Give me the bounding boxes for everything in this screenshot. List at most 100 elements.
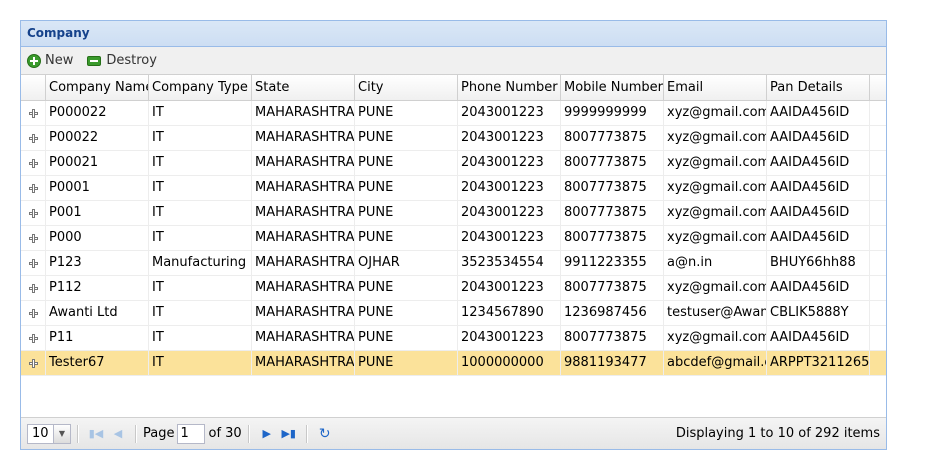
- panel-title: Company: [21, 21, 886, 47]
- new-button[interactable]: New: [27, 53, 73, 68]
- table-cell: AAIDA456ID: [767, 101, 870, 125]
- page-size-select[interactable]: 10 ▼: [27, 423, 71, 444]
- separator: [135, 424, 137, 443]
- plus-expander-icon[interactable]: [28, 183, 38, 193]
- table-cell: xyz@gmail.com: [664, 276, 767, 300]
- table-cell: xyz@gmail.com: [664, 226, 767, 250]
- plus-expander-icon[interactable]: [28, 333, 38, 343]
- table-cell: AAIDA456ID: [767, 226, 870, 250]
- first-page-icon[interactable]: ▮◀: [87, 425, 105, 443]
- row-expander[interactable]: [21, 126, 46, 150]
- table-cell: PUNE: [355, 151, 458, 175]
- plus-expander-icon[interactable]: [28, 133, 38, 143]
- table-cell: AAIDA456ID: [767, 201, 870, 225]
- plus-expander-icon[interactable]: [28, 158, 38, 168]
- table-cell: P112: [46, 276, 149, 300]
- table-cell: MAHARASHTRA: [252, 176, 355, 200]
- table-cell: 8007773875: [561, 126, 664, 150]
- table-cell: 8007773875: [561, 201, 664, 225]
- table-cell: xyz@gmail.com: [664, 176, 767, 200]
- plus-expander-icon[interactable]: [28, 358, 38, 368]
- column-header[interactable]: Email: [664, 75, 767, 100]
- table-cell: AAIDA456ID: [767, 151, 870, 175]
- table-cell: P00021: [46, 151, 149, 175]
- table-cell: xyz@gmail.com: [664, 101, 767, 125]
- plus-expander-icon[interactable]: [28, 308, 38, 318]
- table-row[interactable]: Awanti Ltd IT MAHARASHTRA PUNE 1234567890 123…: [21, 301, 886, 326]
- table-cell: PUNE: [355, 226, 458, 250]
- table-row[interactable]: P00021 IT MAHARASHTRA PUNE 2043001223 8007773…: [21, 151, 886, 176]
- column-header[interactable]: Mobile Number: [561, 75, 664, 100]
- table-row[interactable]: P112 IT MAHARASHTRA PUNE 2043001223 800777387…: [21, 276, 886, 301]
- table-cell: 2043001223: [458, 151, 561, 175]
- row-expander[interactable]: [21, 351, 46, 375]
- column-header[interactable]: Company Type: [149, 75, 252, 100]
- grid-header: Company Name Company Type State City Phone N…: [21, 75, 886, 101]
- table-row[interactable]: P00022 IT MAHARASHTRA PUNE 2043001223 8007773…: [21, 126, 886, 151]
- page-label: Page: [143, 426, 175, 441]
- table-cell: AAIDA456ID: [767, 126, 870, 150]
- row-expander[interactable]: [21, 101, 46, 125]
- grid-body: P000022 IT MAHARASHTRA PUNE 2043001223 999999…: [21, 101, 886, 376]
- plus-expander-icon[interactable]: [28, 208, 38, 218]
- row-expander[interactable]: [21, 176, 46, 200]
- table-cell: 8007773875: [561, 151, 664, 175]
- table-row[interactable]: P000 IT MAHARASHTRA PUNE 2043001223 800777387…: [21, 226, 886, 251]
- prev-page-icon[interactable]: ◀: [109, 425, 127, 443]
- table-row[interactable]: P123 Manufacturing MAHARASHTRA OJHAR 3523534…: [21, 251, 886, 276]
- scrollbar-header-spacer: [870, 75, 886, 100]
- table-cell: BHUY66hh88: [767, 251, 870, 275]
- row-expander[interactable]: [21, 276, 46, 300]
- plus-expander-icon[interactable]: [28, 108, 38, 118]
- table-cell: xyz@gmail.com: [664, 126, 767, 150]
- table-cell: 3523534554: [458, 251, 561, 275]
- table-row[interactable]: P001 IT MAHARASHTRA PUNE 2043001223 800777387…: [21, 201, 886, 226]
- plus-expander-icon[interactable]: [28, 283, 38, 293]
- table-cell: P001: [46, 201, 149, 225]
- table-cell: 2043001223: [458, 276, 561, 300]
- toolbar: New Destroy: [21, 47, 886, 75]
- row-expander[interactable]: [21, 301, 46, 325]
- table-cell: 8007773875: [561, 276, 664, 300]
- table-row[interactable]: Tester67 IT MAHARASHTRA PUNE 1000000000 98811…: [21, 351, 886, 376]
- table-cell: 9999999999: [561, 101, 664, 125]
- separator: [77, 424, 79, 443]
- last-page-icon[interactable]: ▶▮: [280, 425, 298, 443]
- chevron-down-icon[interactable]: ▼: [53, 424, 70, 443]
- destroy-button[interactable]: Destroy: [87, 53, 157, 68]
- display-summary: Displaying 1 to 10 of 292 items: [675, 426, 880, 441]
- column-header[interactable]: Pan Details: [767, 75, 870, 100]
- table-cell: 2043001223: [458, 126, 561, 150]
- next-page-icon[interactable]: ▶: [258, 425, 276, 443]
- page-size-value: 10: [32, 426, 49, 441]
- row-expander[interactable]: [21, 151, 46, 175]
- row-expander[interactable]: [21, 226, 46, 250]
- column-header[interactable]: State: [252, 75, 355, 100]
- column-header[interactable]: City: [355, 75, 458, 100]
- table-row[interactable]: P0001 IT MAHARASHTRA PUNE 2043001223 80077738…: [21, 176, 886, 201]
- plus-expander-icon[interactable]: [28, 258, 38, 268]
- new-button-label: New: [45, 53, 74, 68]
- table-cell: PUNE: [355, 201, 458, 225]
- column-header[interactable]: Company Name: [46, 75, 149, 100]
- table-cell: testuser@Awan: [664, 301, 767, 325]
- table-cell: ARPPT3211265: [767, 351, 870, 375]
- page-number-input[interactable]: [177, 423, 206, 444]
- table-cell: MAHARASHTRA: [252, 276, 355, 300]
- plus-expander-icon[interactable]: [28, 233, 38, 243]
- table-cell: AAIDA456ID: [767, 326, 870, 350]
- refresh-icon[interactable]: ↻: [316, 425, 334, 443]
- table-cell: MAHARASHTRA: [252, 351, 355, 375]
- table-cell: PUNE: [355, 126, 458, 150]
- table-cell: IT: [149, 126, 252, 150]
- table-row[interactable]: P11 IT MAHARASHTRA PUNE 2043001223 8007773875…: [21, 326, 886, 351]
- column-header[interactable]: Phone Number: [458, 75, 561, 100]
- table-cell: 9881193477: [561, 351, 664, 375]
- row-expander[interactable]: [21, 201, 46, 225]
- row-expander[interactable]: [21, 326, 46, 350]
- table-row[interactable]: P000022 IT MAHARASHTRA PUNE 2043001223 999999…: [21, 101, 886, 126]
- table-cell: 1234567890: [458, 301, 561, 325]
- company-grid: Company Name Company Type State City Phone N…: [21, 75, 886, 376]
- expander-header: [21, 75, 46, 100]
- row-expander[interactable]: [21, 251, 46, 275]
